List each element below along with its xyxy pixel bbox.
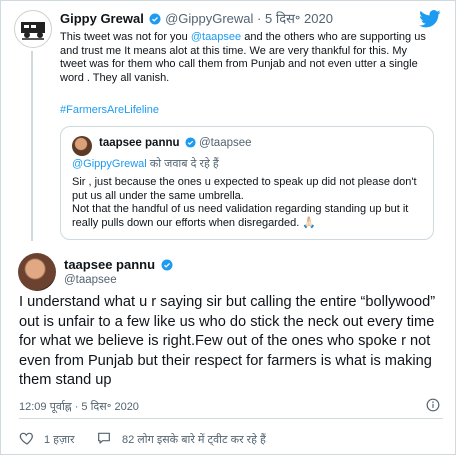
quoted-author-handle: @taapsee [198,137,252,149]
tweet-text-part1: This tweet was not for you [60,31,191,43]
reply-suffix: को जवाब दे रहे हैं [146,158,219,170]
quoted-tweet[interactable]: taapsee pannu @taapsee @GippyGrewal को ज… [60,126,434,240]
speech-bubble-icon[interactable] [96,430,112,446]
heart-icon[interactable] [19,430,35,446]
tweet-header: Gippy Grewal @GippyGrewal · 5 दिस॰ 2020 [60,10,333,27]
embedded-tweet-card: Gippy Grewal @GippyGrewal · 5 दिस॰ 2020 … [0,0,456,455]
separator: · [257,11,262,26]
mention-link[interactable]: @taapsee [191,31,241,43]
quoted-tweet-text: Sir , just because the ones u expected t… [72,176,422,230]
replied-to-tweet[interactable]: Gippy Grewal @GippyGrewal · 5 दिस॰ 2020 … [1,1,455,241]
author-name[interactable]: Gippy Grewal [60,11,144,26]
quoted-author-avatar [72,136,92,156]
hashtag-link[interactable]: #FarmersAreLifeline [60,104,159,116]
quoted-author-name: taapsee pannu [99,137,180,149]
twitter-bird-icon[interactable] [419,10,441,28]
quoted-paragraph-1: Sir , just because the ones u expected t… [72,176,417,202]
replying-to-line: @GippyGrewal को जवाब दे रहे हैं [72,156,219,171]
taapsee-avatar[interactable] [18,253,56,291]
reply-mention[interactable]: @GippyGrewal [72,158,147,170]
author-handle[interactable]: @GippyGrewal [165,11,253,26]
verified-badge-icon [185,137,196,148]
tweet-timestamp[interactable]: 12:09 पूर्वाह्न · 5 दिस॰ 2020 [19,399,139,414]
farmers-logo-icon [21,22,45,40]
like-count[interactable]: 1 हज़ार [44,432,75,447]
verified-badge-icon [149,13,161,25]
main-author-handle[interactable]: @taapsee [64,274,117,286]
info-icon[interactable] [426,398,440,412]
main-author-name-row: taapsee pannu [64,257,173,272]
gippy-avatar[interactable] [14,10,52,48]
talking-about-link[interactable]: 82 लोग इसके बारे में ट्वीट कर रहे हैं [122,432,266,447]
main-author-name[interactable]: taapsee pannu [64,257,155,272]
quoted-tweet-header: taapsee pannu @taapsee [99,137,252,149]
tweet-text: This tweet was not for you @taapsee and … [60,31,430,85]
main-tweet-text: I understand what u r saying sir but cal… [19,294,436,389]
verified-badge-icon [161,259,173,271]
main-tweet: taapsee pannu @taapsee I understand what… [1,244,455,454]
quoted-paragraph-2: Not that the handful of us need validati… [72,203,409,229]
tweet-date[interactable]: 5 दिस॰ 2020 [265,11,333,26]
thread-connector [31,51,33,241]
divider [19,418,443,419]
